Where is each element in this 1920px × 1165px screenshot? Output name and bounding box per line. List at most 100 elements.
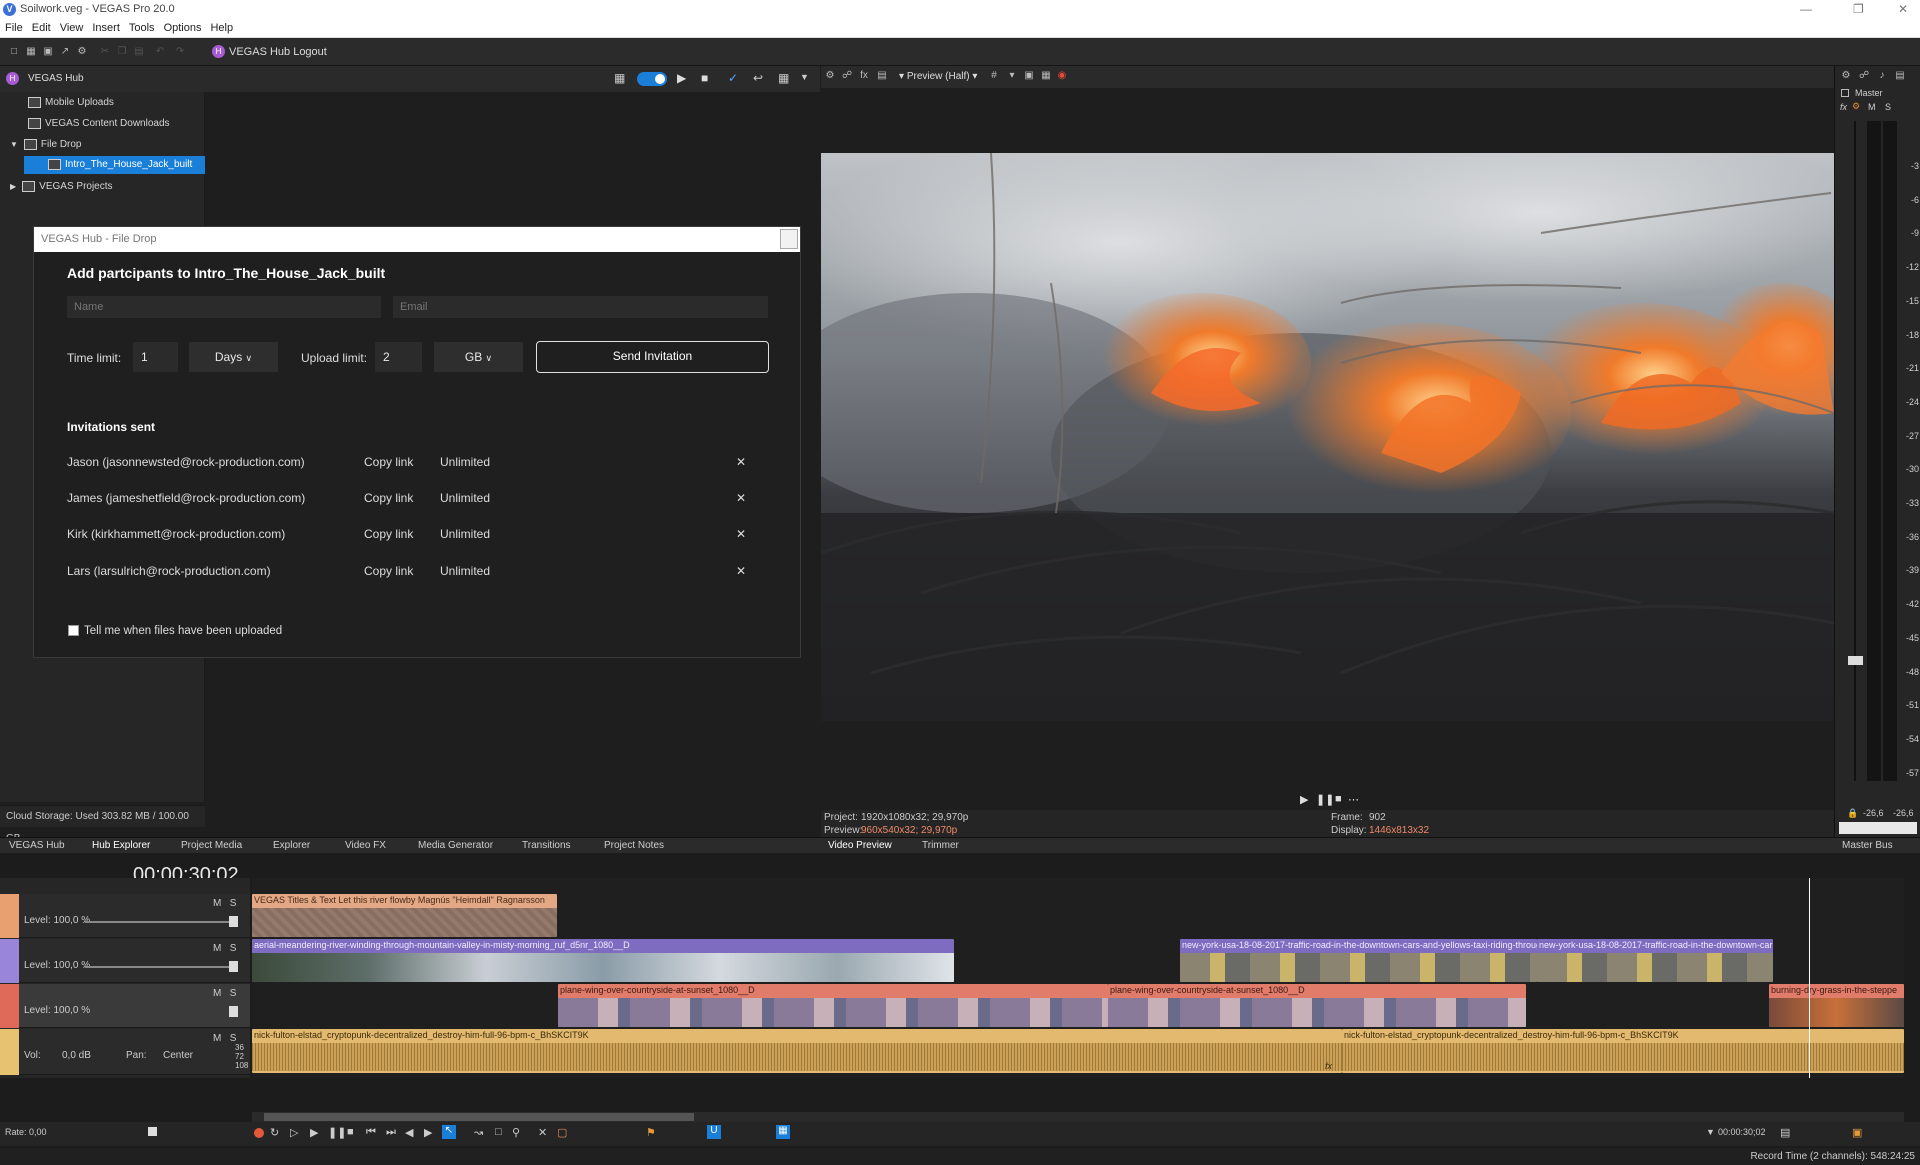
audio-fx-icon[interactable]: fx xyxy=(1325,1061,1332,1071)
paste-icon[interactable]: ▤ xyxy=(134,47,144,57)
master-settings-icon[interactable]: ⚙ xyxy=(1841,71,1851,81)
copy-icon[interactable]: ❐ xyxy=(117,47,127,57)
redo-icon[interactable]: ↷ xyxy=(175,47,185,57)
mute-solo-buttons[interactable]: M S xyxy=(213,898,236,909)
new-york-clip-2[interactable]: new-york-usa-18-08-2017-traffic-road-in-… xyxy=(1537,939,1773,982)
vegas-record-icon[interactable]: ◉ xyxy=(1057,71,1067,81)
minimize-icon[interactable]: — xyxy=(1800,2,1812,16)
menu-tools[interactable]: Tools xyxy=(124,20,159,34)
record-icon[interactable] xyxy=(254,1128,264,1138)
cut-icon[interactable]: ✂ xyxy=(100,47,110,57)
aerial-river-clip[interactable]: aerial-meandering-river-winding-through-… xyxy=(252,939,954,982)
master-mute-button[interactable]: M xyxy=(1868,102,1876,112)
master-checkbox[interactable] xyxy=(1841,89,1849,97)
master-fader-knob[interactable] xyxy=(1848,656,1863,665)
envelope-tool-icon[interactable]: ↝ xyxy=(474,1126,483,1139)
copy-link-button[interactable]: Copy link xyxy=(364,564,413,578)
next-frame-icon[interactable]: ▶ xyxy=(424,1126,432,1139)
undo-icon[interactable]: ↶ xyxy=(155,47,165,57)
master-scrollbar[interactable] xyxy=(1839,822,1917,834)
trim-icon[interactable]: ▢ xyxy=(557,1126,567,1139)
burning-grass-clip[interactable]: burning-dry-grass-in-the-steppe xyxy=(1769,984,1904,1027)
tab-video-fx[interactable]: Video FX xyxy=(345,840,386,851)
fx-icon[interactable]: fx xyxy=(859,71,869,81)
open-folder-icon[interactable]: ▦ xyxy=(26,47,36,57)
overlay-dropdown-icon[interactable]: ▾ xyxy=(1007,71,1017,81)
plane-wing-clip-1[interactable]: plane-wing-over-countryside-at-sunset_10… xyxy=(558,984,1108,1027)
master-gear-icon[interactable]: ⚙ xyxy=(1852,101,1860,112)
mute-solo-buttons[interactable]: M S xyxy=(213,988,236,999)
copy-link-button[interactable]: Copy link xyxy=(364,455,413,469)
name-input[interactable] xyxy=(67,296,381,318)
preview-pause-icon[interactable]: ❚❚ xyxy=(1316,793,1334,806)
remove-invitation-icon[interactable]: ✕ xyxy=(736,455,746,469)
settings-gear-icon[interactable]: ⚙ xyxy=(77,47,87,57)
preview-play-icon[interactable]: ▶ xyxy=(1300,793,1308,806)
tab-trimmer[interactable]: Trimmer xyxy=(922,840,959,851)
end-marker-icon[interactable]: ▼ xyxy=(1706,1127,1715,1137)
titles-clip[interactable]: VEGAS Titles & Text Let this river flowb… xyxy=(252,894,557,937)
mute-solo-buttons[interactable]: M S xyxy=(213,943,236,954)
upload-unit-dropdown[interactable]: GB ∨ xyxy=(434,342,523,372)
track-header-3[interactable]: M S Level: 100,0 % xyxy=(0,984,250,1028)
sync-toggle[interactable] xyxy=(637,72,667,86)
email-input[interactable] xyxy=(393,296,768,318)
plane-wing-clip-2[interactable]: plane-wing-over-countryside-at-sunset_10… xyxy=(1108,984,1526,1027)
grid-overlay-icon[interactable]: # xyxy=(989,71,999,81)
go-to-start-icon[interactable]: ⏮ xyxy=(366,1126,376,1139)
folder-icon[interactable]: ▦ xyxy=(614,71,625,85)
track-header-2[interactable]: M S Level: 100,0 % xyxy=(0,939,250,983)
copy-link-button[interactable]: Copy link xyxy=(364,491,413,505)
new-file-icon[interactable]: □ xyxy=(9,47,19,57)
preview-stop-icon[interactable]: ■ xyxy=(1335,793,1342,805)
preview-quality-dropdown[interactable]: ▾ Preview (Half) ▾ xyxy=(899,71,977,82)
delete-icon[interactable]: ✕ xyxy=(538,1126,547,1139)
zoom-tool-icon[interactable]: ⚲ xyxy=(512,1126,520,1139)
master-fx-icon[interactable]: fx xyxy=(1840,102,1847,112)
level-slider[interactable] xyxy=(85,921,235,923)
loop-icon[interactable]: ↩ xyxy=(753,71,763,85)
menu-file[interactable]: File xyxy=(0,20,27,34)
master-solo-button[interactable]: S xyxy=(1885,102,1891,112)
playhead-cursor[interactable] xyxy=(1809,878,1810,1078)
rate-slider-knob[interactable] xyxy=(148,1127,157,1136)
tab-media-generator[interactable]: Media Generator xyxy=(418,840,493,851)
close-window-icon[interactable]: ✕ xyxy=(1898,2,1908,16)
tab-video-preview[interactable]: Video Preview xyxy=(828,840,892,851)
hub-logout-link[interactable]: VEGAS Hub Logout xyxy=(229,46,327,58)
menu-edit[interactable]: Edit xyxy=(27,20,55,34)
copy-snapshot-icon[interactable]: ▣ xyxy=(1024,71,1034,81)
stop-icon[interactable]: ■ xyxy=(701,71,708,85)
level-slider[interactable] xyxy=(85,966,235,968)
menu-help[interactable]: Help xyxy=(205,20,237,34)
tab-hub-explorer[interactable]: Hub Explorer xyxy=(92,840,150,851)
grid-view-icon[interactable]: ▦ xyxy=(778,71,789,85)
go-to-end-icon[interactable]: ⏭ xyxy=(386,1126,396,1139)
new-york-clip-1[interactable]: new-york-usa-18-08-2017-traffic-road-in-… xyxy=(1180,939,1537,982)
upload-limit-input[interactable]: 2 xyxy=(375,342,422,372)
play-icon[interactable]: ▶ xyxy=(310,1126,318,1139)
collapsed-arrow-icon[interactable]: ▶ xyxy=(10,182,16,191)
split-screen-icon[interactable]: ▤ xyxy=(877,71,887,81)
tree-item-content-downloads[interactable]: VEGAS Content Downloads xyxy=(28,115,170,133)
notify-checkbox[interactable] xyxy=(68,625,79,636)
tree-item-vegas-projects[interactable]: ▶ VEGAS Projects xyxy=(10,178,113,196)
tree-item-intro-project[interactable]: Intro_The_House_Jack_built xyxy=(24,156,205,174)
menu-insert[interactable]: Insert xyxy=(87,20,124,34)
preview-settings-icon[interactable]: ⚙ xyxy=(825,71,835,81)
export-icon[interactable]: ▣ xyxy=(1852,1126,1862,1139)
level-slider-knob[interactable] xyxy=(229,1006,238,1017)
master-lock-icon[interactable]: 🔒 xyxy=(1847,808,1858,819)
time-unit-dropdown[interactable]: Days ∨ xyxy=(189,342,278,372)
play-icon[interactable]: ▶ xyxy=(677,71,686,85)
remove-invitation-icon[interactable]: ✕ xyxy=(736,491,746,505)
pan-value[interactable]: Center xyxy=(163,1050,193,1061)
selection-tool-icon[interactable]: □ xyxy=(495,1126,502,1138)
vol-value[interactable]: 0,0 dB xyxy=(62,1050,91,1061)
audio-clip-1[interactable]: nick-fulton-elstad_cryptopunk-decentrali… xyxy=(252,1029,1342,1073)
menu-view[interactable]: View xyxy=(55,20,88,34)
expanded-arrow-icon[interactable]: ▼ xyxy=(10,140,18,149)
restore-icon[interactable]: ❐ xyxy=(1853,2,1864,16)
tab-project-notes[interactable]: Project Notes xyxy=(604,840,664,851)
track-header-audio[interactable]: M S Vol: 0,0 dB Pan: Center 36 72 108 xyxy=(0,1029,250,1075)
